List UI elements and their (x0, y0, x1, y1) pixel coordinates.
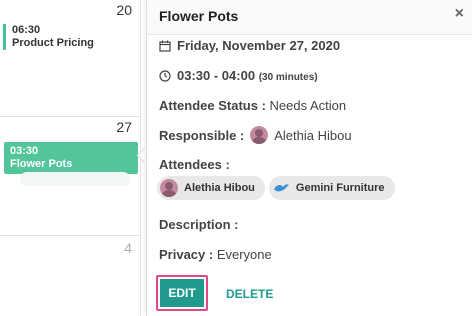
event-time-range: 03:30 - 04:00 (177, 68, 256, 83)
event-title: Product Pricing (12, 37, 94, 49)
clock-icon (159, 70, 171, 82)
description-label: Description : (159, 217, 239, 232)
calendar-event-product-pricing[interactable]: 06:30 Product Pricing (3, 24, 140, 50)
calendar-day-cell[interactable]: 27 03:30 Flower Pots (0, 117, 140, 236)
event-time: 03:30 (10, 145, 39, 157)
attendee-name: Gemini Furniture (295, 182, 385, 194)
calendar-day-cell[interactable]: 4 (0, 236, 140, 316)
event-date-row: Friday, November 27, 2020 (159, 38, 340, 53)
popover-title: Flower Pots (159, 8, 239, 24)
event-time: 06:30 (12, 24, 41, 36)
event-time-row: 03:30 - 04:00 (30 minutes) (159, 68, 318, 83)
privacy-label: Privacy : (159, 247, 214, 262)
popover-header: Flower Pots × (147, 0, 472, 35)
description-row: Description : (159, 217, 238, 232)
attendee-status-row: Attendee Status : Needs Action (159, 98, 346, 113)
attendee-status-label: Attendee Status : (159, 98, 266, 113)
responsible-row: Responsible : Alethia Hibou (159, 126, 352, 144)
attendee-name: Alethia Hibou (184, 182, 255, 194)
edit-button[interactable]: EDIT (160, 279, 204, 307)
responsible-value: Alethia Hibou (274, 127, 352, 143)
delete-button[interactable]: DELETE (226, 287, 273, 301)
calendar-day-cell[interactable]: 20 06:30 Product Pricing (0, 0, 140, 117)
day-number: 20 (116, 2, 132, 18)
attendee-status-value: Needs Action (269, 98, 347, 113)
event-date: Friday, November 27, 2020 (177, 38, 341, 53)
privacy-row: Privacy : Everyone (159, 247, 272, 262)
event-duration: (30 minutes) (258, 72, 318, 83)
avatar (160, 179, 178, 197)
event-popover: Flower Pots × Friday, November 27, 2020 … (146, 0, 472, 316)
attendee-chip[interactable]: Alethia Hibou (157, 176, 265, 200)
attendee-chip[interactable]: Gemini Furniture (268, 176, 395, 200)
day-number: 27 (116, 119, 132, 135)
close-icon[interactable]: × (455, 5, 464, 23)
avatar (250, 126, 269, 144)
responsible-label: Responsible : (159, 127, 245, 143)
calendar-event-flower-pots[interactable]: 03:30 Flower Pots (4, 142, 138, 174)
event-title: Flower Pots (10, 158, 73, 170)
calendar-icon (159, 40, 171, 52)
company-logo-icon (273, 184, 289, 192)
attendees-label: Attendees : (159, 157, 230, 172)
event-placeholder (20, 172, 130, 186)
privacy-value: Everyone (216, 247, 272, 262)
day-number: 4 (124, 240, 132, 256)
attendees-label-row: Attendees : (159, 157, 230, 172)
attendee-list: Alethia Hibou Gemini Furniture (157, 176, 395, 200)
calendar-column: 20 06:30 Product Pricing 27 03:30 Flower… (0, 0, 141, 316)
edit-button-highlight: EDIT (156, 275, 208, 311)
